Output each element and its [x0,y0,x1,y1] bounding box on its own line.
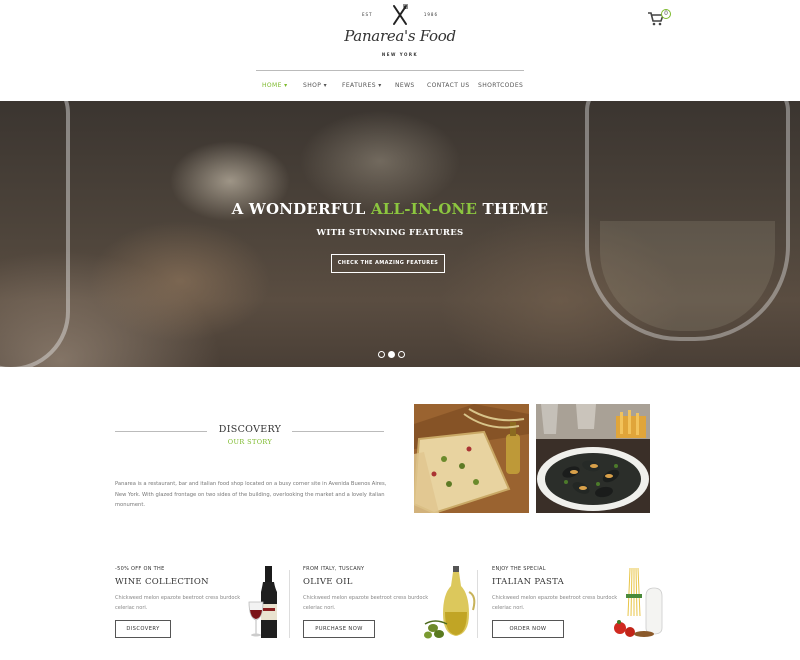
slider-dot-2[interactable] [388,351,395,358]
promo-wine: -50% OFF ON THE WINE COLLECTION Chickwee… [115,562,290,642]
promo-kicker: -50% OFF ON THE [115,566,165,572]
promo-text: Chickweed melon epazote beetroot cress b… [492,595,618,611]
wine-bottle-image [248,566,277,638]
purchase-now-button[interactable]: PURCHASE NOW [303,620,375,638]
focaccia-photo [414,404,529,513]
nav-item-home[interactable]: HOME ▾ [262,82,288,89]
nav-item-shop[interactable]: SHOP ▾ [303,82,327,89]
slider-dot-3[interactable] [398,351,405,358]
logo-year: 1986 [423,12,438,17]
discovery-title: DISCOVERY [218,424,282,435]
main-nav: HOME ▾ SHOP ▾ FEATURES ▾ NEWS CONTACT US… [256,80,546,94]
crossed-utensils-icon [393,4,408,25]
logo-name: Panarea's Food [344,27,456,45]
slider-dots [378,351,405,358]
logo-est: EST [362,12,373,17]
nav-item-news[interactable]: NEWS [395,82,415,89]
promo-kicker: ENJOY THE SPECIAL [492,566,546,572]
mussels-photo [536,404,650,513]
nav-item-shortcodes[interactable]: SHORTCODES [478,82,523,89]
wine-glass-image [585,101,790,341]
nav-divider [256,70,524,71]
discovery-button[interactable]: DISCOVERY [115,620,171,638]
brand-logo[interactable]: EST 1986 Panarea's Food NEW YORK [330,2,470,62]
site-header: EST 1986 Panarea's Food NEW YORK 0 HOME … [0,0,800,101]
order-now-button[interactable]: ORDER NOW [492,620,564,638]
promo-text: Chickweed melon epazote beetroot cress b… [303,595,429,611]
promo-title: OLIVE OIL [303,577,353,587]
nav-item-contact[interactable]: CONTACT US [427,82,470,89]
promo-text: Chickweed melon epazote beetroot cress b… [115,595,241,611]
discovery-divider-right [292,431,384,432]
hero-title-accent: ALL-IN-ONE [370,200,478,218]
cart-count-badge: 0 [661,9,671,19]
hero-slider: A WONDERFUL ALL-IN-ONE THEME WITH STUNNI… [0,101,800,367]
cart-button[interactable]: 0 [648,9,672,29]
promo-olive-oil: FROM ITALY, TUSCANY OLIVE OIL Chickweed … [303,562,478,642]
discovery-divider-left [115,431,207,432]
promo-italian-pasta: ENJOY THE SPECIAL ITALIAN PASTA Chickwee… [492,562,672,642]
olive-oil-image [424,566,476,639]
promo-title: WINE COLLECTION [115,577,209,587]
hero-cta-button[interactable]: CHECK THE AMAZING FEATURES [331,254,445,273]
nav-item-features[interactable]: FEATURES ▾ [342,82,382,89]
logo-city: NEW YORK [381,52,419,57]
promo-divider [289,570,290,638]
promo-title: ITALIAN PASTA [492,577,565,587]
discovery-subtitle: OUR STORY [227,438,273,446]
promo-divider [477,570,478,638]
promo-kicker: FROM ITALY, TUSCANY [303,566,365,572]
slider-dot-1[interactable] [378,351,385,358]
discovery-text: Panarea is a restaurant, bar and italian… [115,481,387,508]
pasta-image [614,567,663,637]
hero-title: A WONDERFUL ALL-IN-ONE THEME [231,200,549,218]
hero-subtitle: WITH STUNNING FEATURES [316,228,464,238]
